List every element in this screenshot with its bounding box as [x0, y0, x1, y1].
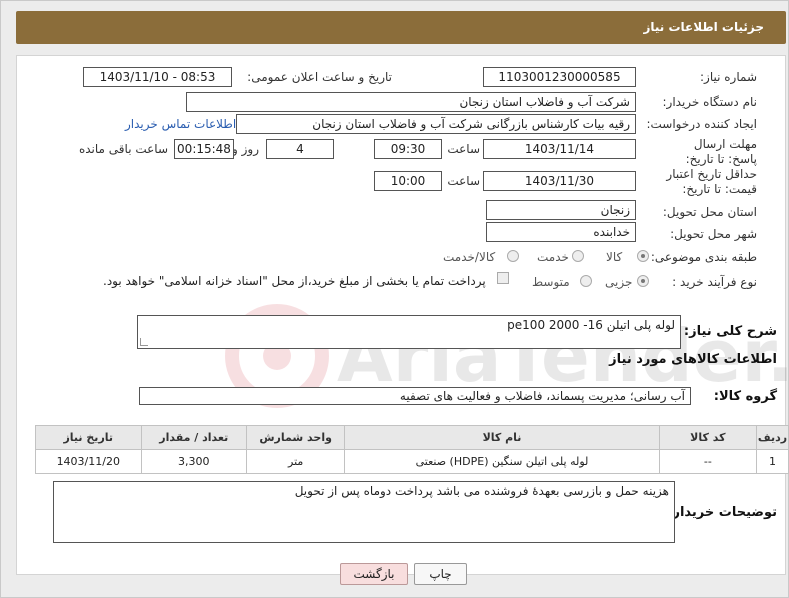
treasury-checkbox[interactable] [497, 272, 509, 284]
back-button[interactable]: بازگشت [340, 563, 408, 585]
city-field: خدابنده [486, 222, 636, 242]
goods-group-field: آب رسانی؛ مدیریت پسماند، فاضلاب و فعالیت… [139, 387, 691, 405]
need-number-field: 1103001230000585 [483, 67, 636, 87]
cell-row: 1 [755, 449, 789, 474]
days-label: روز و [232, 142, 259, 156]
remaining-time-field: 00:15:48 [174, 139, 234, 159]
category-service-option: خدمت [537, 250, 569, 264]
category-label: طبقه بندی موضوعی: [650, 250, 757, 264]
buyer-notes-text: هزینه حمل و بازرسی بعهدهٔ فروشنده می باش… [294, 484, 669, 498]
resize-handle[interactable] [140, 338, 148, 346]
validity-time-field: 10:00 [374, 171, 442, 191]
goods-table: ردیف کد کالا نام کالا واحد شمارش تعداد /… [35, 425, 789, 474]
province-field: زنجان [486, 200, 636, 220]
page-title: جزئیات اطلاعات نیاز [643, 20, 764, 34]
buyer-label: نام دستگاه خریدار: [662, 95, 758, 109]
validity-date-field: 1403/11/30 [483, 171, 636, 191]
cell-name: لوله پلی اتیلن سنگین (HDPE) صنعتی [344, 449, 660, 474]
goods-section-title: اطلاعات کالاهای مورد نیاز [609, 352, 777, 367]
col-unit: واحد شمارش [246, 425, 346, 450]
process-medium-option: متوسط [532, 275, 570, 289]
deadline-label: مهلت ارسال پاسخ: تا تاریخ: [685, 137, 757, 166]
category-both-option: کالا/خدمت [443, 250, 496, 264]
col-row: ردیف [755, 425, 789, 450]
col-name: نام کالا [344, 425, 660, 450]
category-both-radio[interactable] [507, 250, 519, 262]
days-field: 4 [266, 139, 334, 159]
description-label: شرح کلی نیاز: [683, 324, 777, 339]
goods-group-label: گروه کالا: [713, 389, 777, 404]
col-code: کد کالا [658, 425, 757, 450]
deadline-date-field: 1403/11/14 [483, 139, 636, 159]
col-date: تاریخ نیاز [35, 425, 142, 450]
need-number-label: شماره نیاز: [700, 70, 757, 84]
creator-field: رقیه بیات کارشناس بازرگانی شرکت آب و فاض… [236, 114, 636, 134]
deadline-time-label: ساعت [447, 142, 480, 156]
print-button[interactable]: چاپ [414, 563, 467, 585]
cell-code: -- [658, 449, 757, 474]
cell-date: 1403/11/20 [35, 449, 142, 474]
description-field: لوله پلی اتیلن 16- 2000 pe100 [137, 315, 681, 349]
province-label: استان محل تحویل: [662, 205, 757, 219]
creator-label: ایجاد کننده درخواست: [646, 117, 757, 131]
process-label: نوع فرآیند خرید : [672, 275, 757, 289]
cell-qty: 3,300 [140, 449, 248, 474]
buyer-notes-label: توضیحات خریدار: [667, 505, 777, 520]
table-row: 1 -- لوله پلی اتیلن سنگین (HDPE) صنعتی م… [35, 449, 789, 474]
category-service-radio[interactable] [572, 250, 584, 262]
contact-buyer-link[interactable]: اطلاعات تماس خریدار [125, 117, 236, 131]
category-goods-radio[interactable] [637, 250, 649, 262]
announce-label: تاریخ و ساعت اعلان عمومی: [247, 70, 392, 84]
process-minor-radio[interactable] [637, 275, 649, 287]
city-label: شهر محل تحویل: [670, 227, 757, 241]
remaining-label: ساعت باقی مانده [78, 142, 168, 156]
col-qty: تعداد / مقدار [140, 425, 248, 450]
process-medium-radio[interactable] [580, 275, 592, 287]
treasury-note: پرداخت تمام یا بخشی از مبلغ خرید،از محل … [103, 274, 486, 288]
category-goods-option: کالا [606, 250, 623, 264]
description-text: لوله پلی اتیلن 16- 2000 pe100 [507, 318, 675, 332]
buyer-field: شرکت آب و فاضلاب استان زنجان [186, 92, 636, 112]
announce-field: 1403/11/10 - 08:53 [83, 67, 232, 87]
details-panel: AriaTender.neT شماره نیاز: 1103001230000… [16, 55, 789, 575]
cell-unit: متر [246, 449, 346, 474]
validity-time-label: ساعت [447, 174, 480, 188]
goods-table-header: ردیف کد کالا نام کالا واحد شمارش تعداد /… [35, 425, 789, 450]
header-bar: جزئیات اطلاعات نیاز [16, 11, 786, 44]
validity-label: حداقل تاریخ اعتبار قیمت: تا تاریخ: [666, 167, 757, 196]
deadline-time-field: 09:30 [374, 139, 442, 159]
process-minor-option: جزیی [605, 275, 633, 289]
buyer-notes-field: هزینه حمل و بازرسی بعهدهٔ فروشنده می باش… [53, 481, 675, 543]
